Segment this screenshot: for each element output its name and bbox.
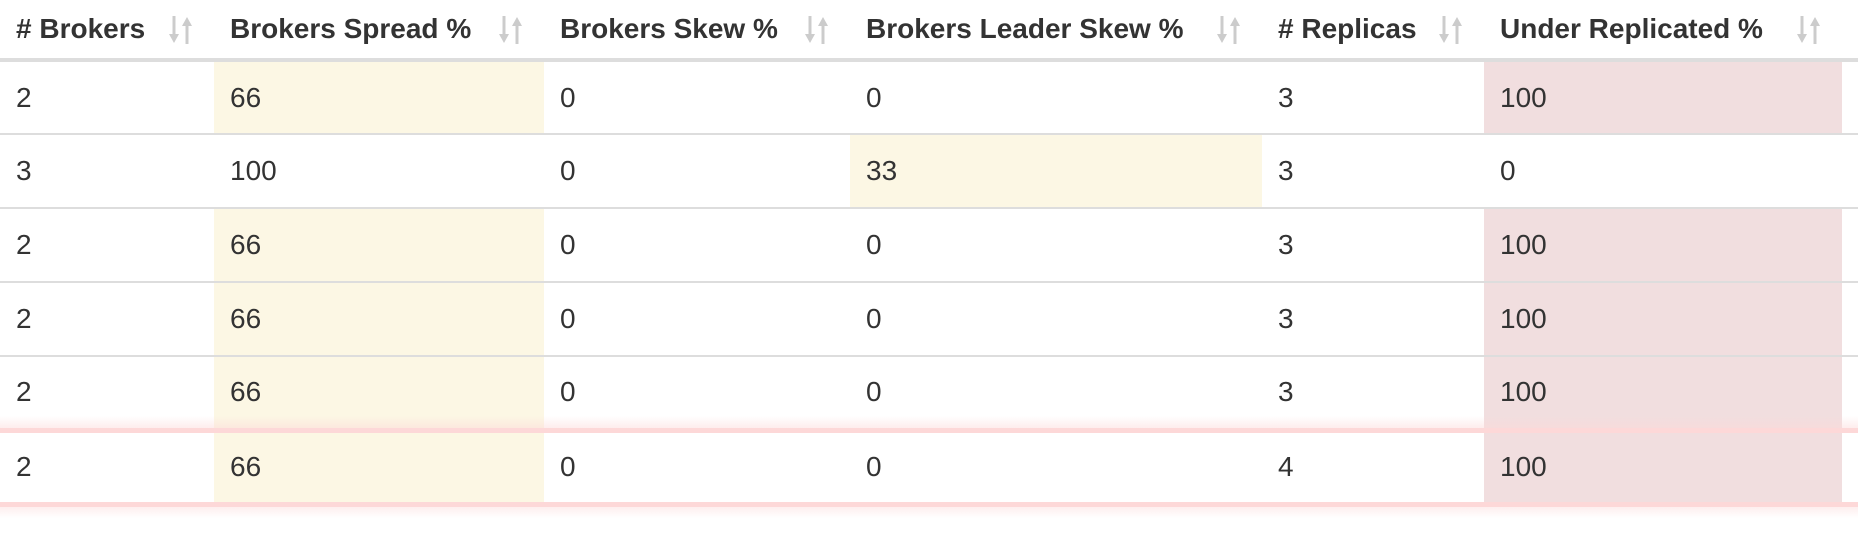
- cell-under-replicated: 100: [1484, 207, 1842, 282]
- table-row[interactable]: 2 66 0 0 3 100: [0, 355, 1858, 430]
- cell-brokers-skew: 0: [544, 207, 850, 282]
- cell-replicas: 3: [1278, 81, 1294, 113]
- cell-brokers: 3: [0, 133, 214, 208]
- cell-brokers: 2: [0, 207, 214, 282]
- cell-spacer: [1842, 133, 1858, 208]
- header-brokers[interactable]: # Brokers: [0, 0, 214, 62]
- header-label: Brokers Leader Skew %: [866, 13, 1184, 44]
- header-brokers-skew[interactable]: Brokers Skew %: [544, 0, 850, 62]
- cell-under-replicated: 100: [1484, 281, 1842, 356]
- cell-brokers-spread: 66: [214, 281, 544, 356]
- cell-brokers-spread: 100: [214, 133, 544, 208]
- cell-replicas: 3: [1262, 133, 1484, 208]
- table-body: 2 66 0 0 3 100 3 100 0 33 3 0 2 66 0 0 3 100 2 66 0 0 3 100 2 66 0…: [0, 60, 1858, 507]
- cell-brokers-skew: 0: [544, 355, 850, 430]
- sort-icon[interactable]: [1216, 14, 1242, 46]
- cell-brokers-skew: 0: [544, 427, 850, 507]
- cell-replicas: 3: [1262, 207, 1484, 282]
- cell-brokers-skew: 0: [544, 133, 850, 208]
- cell-spacer: [1842, 207, 1858, 282]
- cell-brokers-leader-skew: 0: [850, 427, 1262, 507]
- cell-replicas: 4: [1262, 427, 1484, 507]
- header-label: Under Replicated %: [1500, 13, 1763, 44]
- header-replicas[interactable]: # Replicas: [1262, 0, 1484, 62]
- cell-replicas: 3: [1262, 281, 1484, 356]
- sort-icon[interactable]: [168, 14, 194, 46]
- cell-brokers-leader-skew: 0: [866, 81, 882, 113]
- header-brokers-spread[interactable]: Brokers Spread %: [214, 0, 544, 62]
- table-row[interactable]: 2 66 0 0 3 100: [0, 60, 1858, 134]
- header-label: # Brokers: [16, 13, 146, 44]
- sort-icon[interactable]: [804, 14, 830, 46]
- cell-brokers-spread: 66: [214, 427, 544, 507]
- cell-brokers-spread: 66: [214, 355, 544, 430]
- sort-icon[interactable]: [1438, 14, 1464, 46]
- topics-table: # Brokers Brokers Spread % Brokers Skew …: [0, 0, 1858, 507]
- cell-under-replicated: 0: [1484, 133, 1842, 208]
- header-row: # Brokers Brokers Spread % Brokers Skew …: [0, 0, 1858, 62]
- header-under-replicated[interactable]: Under Replicated %: [1484, 0, 1842, 62]
- table-row-highlighted[interactable]: 2 66 0 0 4 100: [0, 427, 1858, 507]
- cell-brokers: 2: [0, 355, 214, 430]
- cell-brokers-spread: 66: [214, 60, 544, 134]
- cell-replicas: 3: [1262, 355, 1484, 430]
- cell-under-replicated: 100: [1484, 427, 1842, 507]
- cell-brokers-skew: 0: [544, 281, 850, 356]
- cell-under-replicated: 100: [1484, 355, 1842, 430]
- cell-spacer: [1842, 355, 1858, 430]
- cell-spacer: [1842, 60, 1858, 134]
- table-row[interactable]: 3 100 0 33 3 0: [0, 133, 1858, 208]
- cell-spacer: [1842, 281, 1858, 356]
- cell-brokers-spread: 66: [214, 207, 544, 282]
- table-row[interactable]: 2 66 0 0 3 100: [0, 207, 1858, 282]
- sort-icon[interactable]: [498, 14, 524, 46]
- cell-spacer: [1842, 427, 1858, 507]
- cell-brokers-leader-skew: 33: [850, 133, 1262, 208]
- header-label: # Replicas: [1278, 13, 1417, 44]
- cell-under-replicated: 100: [1484, 60, 1842, 134]
- cell-brokers-leader-skew: 0: [850, 355, 1262, 430]
- sort-icon[interactable]: [1796, 14, 1822, 46]
- cell-brokers: 2: [16, 81, 32, 113]
- topics-table-wrapper: # Brokers Brokers Spread % Brokers Skew …: [0, 0, 1858, 518]
- table-row[interactable]: 2 66 0 0 3 100: [0, 281, 1858, 356]
- cell-brokers-skew: 0: [560, 81, 576, 113]
- cell-brokers-leader-skew: 0: [850, 207, 1262, 282]
- header-label: Brokers Spread %: [230, 13, 472, 44]
- cell-brokers-leader-skew: 0: [850, 281, 1262, 356]
- header-brokers-leader-skew[interactable]: Brokers Leader Skew %: [850, 0, 1262, 62]
- cell-brokers: 2: [0, 281, 214, 356]
- cell-brokers: 2: [0, 427, 214, 507]
- header-label: Brokers Skew %: [560, 13, 778, 44]
- header-spacer: [1842, 0, 1858, 62]
